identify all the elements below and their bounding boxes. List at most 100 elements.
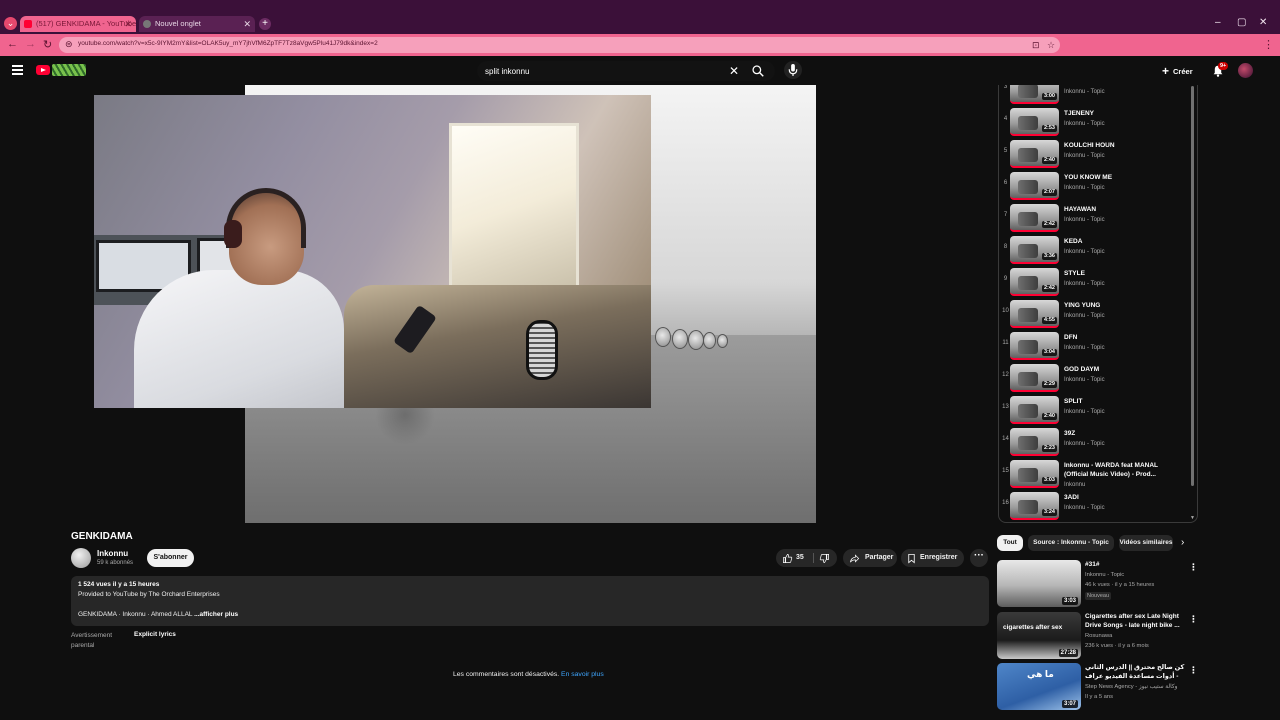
recommendation-title[interactable]: Cigarettes after sex Late Night Drive So…	[1085, 612, 1185, 630]
playlist-item[interactable]: 9 2:42 STYLE Inkonnu - Topic	[999, 266, 1189, 298]
learn-more-link[interactable]: En savoir plus	[561, 671, 604, 678]
channel-avatar[interactable]	[71, 548, 91, 568]
playlist-item[interactable]: 8 3:36 KEDA Inkonnu - Topic	[999, 234, 1189, 266]
playlist-thumbnail[interactable]: 2:29	[1010, 364, 1059, 392]
clear-search-icon[interactable]: ✕	[729, 64, 739, 78]
playlist-thumbnail[interactable]: 3:00	[1010, 85, 1059, 104]
playlist-item[interactable]: 12 2:29 GOD DAYM Inkonnu - Topic	[999, 362, 1189, 394]
bookmark-star-icon[interactable]: ☆	[1047, 40, 1055, 51]
playlist-item[interactable]: 13 2:40 SPLIT Inkonnu - Topic	[999, 394, 1189, 426]
playlist-thumbnail[interactable]: 3:24	[1010, 492, 1059, 520]
playlist-thumbnail[interactable]: 4:55	[1010, 300, 1059, 328]
playlist-item[interactable]: 5 2:40 KOULCHI HOUN Inkonnu - Topic	[999, 138, 1189, 170]
playlist-item-title[interactable]: KEDA	[1064, 237, 1182, 246]
playlist-item-title[interactable]: 39Z	[1064, 429, 1182, 438]
more-actions-icon[interactable]: ···	[970, 549, 988, 567]
create-button[interactable]: + Créer	[1162, 64, 1193, 78]
chevron-right-icon[interactable]: ›	[1181, 537, 1184, 548]
playlist-thumbnail[interactable]: 2:40	[1010, 396, 1059, 424]
playlist-thumbnail[interactable]: 2:53	[1010, 108, 1059, 136]
playlist-thumbnail[interactable]: 3:36	[1010, 236, 1059, 264]
install-app-icon[interactable]: ⊡	[1032, 40, 1040, 51]
playlist-item-title[interactable]: YOU KNOW ME	[1064, 173, 1182, 182]
playlist-item-title[interactable]: DFN	[1064, 333, 1182, 342]
playlist-item[interactable]: 14 2:23 39Z Inkonnu - Topic	[999, 426, 1189, 458]
minimize-window-icon[interactable]: –	[1215, 17, 1221, 28]
tab-search-icon[interactable]: ⌄	[4, 17, 17, 30]
like-count[interactable]: 35	[796, 549, 804, 567]
url-text[interactable]: youtube.com/watch?v=x5c-9IYM2mY&list=OLA…	[78, 40, 378, 47]
reload-icon[interactable]: ↻	[43, 38, 52, 51]
playlist-item[interactable]: 16 3:24 3ADI Inkonnu - Topic	[999, 490, 1189, 522]
playlist-item-title[interactable]: TJENENY	[1064, 109, 1182, 118]
search-icon[interactable]	[751, 64, 765, 78]
playlist-item-title[interactable]: YING YUNG	[1064, 301, 1182, 310]
playlist-thumbnail[interactable]: 2:23	[1010, 428, 1059, 456]
youtube-logo-icon[interactable]	[36, 65, 50, 75]
playlist-scrollbar[interactable]	[1191, 86, 1194, 486]
playlist-item[interactable]: 15 3:03 Inkonnu - WARDA feat MANAL (Offici…	[999, 458, 1189, 490]
show-more-link[interactable]: ...afficher plus	[194, 611, 238, 618]
playlist-item-title[interactable]: STYLE	[1064, 269, 1182, 278]
forward-arrow-icon[interactable]: →	[25, 38, 36, 50]
hamburger-menu-icon[interactable]	[12, 65, 23, 77]
playlist-item[interactable]: 11 3:04 DFN Inkonnu - Topic	[999, 330, 1189, 362]
account-avatar[interactable]	[1238, 63, 1253, 78]
playlist-thumbnail[interactable]: 2:40	[1010, 140, 1059, 168]
maximize-window-icon[interactable]: ▢	[1237, 17, 1246, 28]
more-options-icon[interactable]: ⋮	[1189, 562, 1198, 573]
recommendation-channel[interactable]: Step News Agency - وكالة ستيب نيوز	[1085, 684, 1177, 690]
browser-tab-new[interactable]: Nouvel onglet ✕	[139, 16, 255, 32]
recommendation-item[interactable]: ما هي 3:07 كن صالح محترق || الدرس الثاني…	[997, 663, 1199, 711]
more-options-icon[interactable]: ⋮	[1189, 614, 1198, 625]
close-window-icon[interactable]: ✕	[1259, 17, 1267, 28]
site-info-icon[interactable]: ⊜	[65, 39, 73, 50]
close-tab-icon[interactable]: ✕	[243, 16, 251, 32]
chip-source[interactable]: Source : Inkonnu - Topic	[1028, 535, 1114, 551]
playlist-item-title[interactable]: HAYAWAN	[1064, 205, 1182, 214]
voice-search-button[interactable]	[784, 61, 802, 79]
playlist-item[interactable]: 10 4:55 YING YUNG Inkonnu - Topic	[999, 298, 1189, 330]
playlist-item-title[interactable]: SPLIT	[1064, 397, 1182, 406]
playlist-item-title[interactable]: KOULCHI HOUN	[1064, 141, 1182, 150]
chip-all[interactable]: Tout	[997, 535, 1023, 551]
subscribe-button[interactable]: S'abonner	[147, 549, 194, 567]
browser-menu-icon[interactable]: ⋮	[1263, 38, 1274, 51]
recommendation-item[interactable]: cigarettes after sex 27:28 Cigarettes af…	[997, 612, 1199, 660]
channel-name[interactable]: Inkonnu	[97, 549, 128, 558]
playlist-item[interactable]: 6 2:07 YOU KNOW ME Inkonnu - Topic	[999, 170, 1189, 202]
playlist-item-title[interactable]: GOD DAYM	[1064, 365, 1182, 374]
recommendation-channel[interactable]: Rosunawa	[1085, 633, 1112, 639]
recommendation-channel[interactable]: Inkonnu - Topic	[1085, 572, 1124, 578]
playlist-thumbnail[interactable]: 2:07	[1010, 172, 1059, 200]
playlist-thumbnail[interactable]: 3:03	[1010, 460, 1059, 488]
recommendation-item[interactable]: 3:03 #31# Inkonnu - Topic 46 k vues · il…	[997, 560, 1199, 608]
recommendation-title[interactable]: كن صالح محترق || الدرس الثاني - أدوات مس…	[1085, 663, 1185, 681]
doodle-logo[interactable]	[52, 64, 86, 76]
browser-tab-youtube[interactable]: (517) GENKIDAMA - YouTube ✕	[20, 16, 136, 32]
scroll-down-arrow-icon[interactable]: ▼	[1190, 515, 1195, 521]
video-thumbnail[interactable]: cigarettes after sex 27:28	[997, 612, 1081, 659]
recommendation-title[interactable]: #31#	[1085, 560, 1185, 569]
close-tab-icon[interactable]: ✕	[124, 16, 132, 32]
new-tab-plus-icon[interactable]: +	[259, 18, 271, 30]
video-thumbnail[interactable]: 3:03	[997, 560, 1081, 607]
playlist-item[interactable]: 7 2:42 HAYAWAN Inkonnu - Topic	[999, 202, 1189, 234]
thumbs-up-icon[interactable]	[782, 553, 793, 564]
playlist-item-title[interactable]: Inkonnu - WARDA feat MANAL (Official Mus…	[1064, 461, 1182, 479]
share-button[interactable]: Partager	[843, 549, 897, 567]
save-button[interactable]: Enregistrer	[901, 549, 964, 567]
playlist-item-title[interactable]: 3ADI	[1064, 493, 1182, 502]
thumbs-down-icon[interactable]	[819, 553, 830, 564]
playlist-thumbnail[interactable]: 2:42	[1010, 204, 1059, 232]
playlist-item[interactable]: 4 2:53 TJENENY Inkonnu - Topic	[999, 106, 1189, 138]
playlist-item[interactable]: 3 3:00 Inkonnu - Topic	[999, 85, 1189, 106]
back-arrow-icon[interactable]: ←	[7, 38, 18, 50]
more-options-icon[interactable]: ⋮	[1189, 665, 1198, 676]
playlist-thumbnail[interactable]: 2:42	[1010, 268, 1059, 296]
video-thumbnail[interactable]: ما هي 3:07	[997, 663, 1081, 710]
chip-similar[interactable]: Vidéos similaires	[1119, 535, 1173, 551]
description-box[interactable]: 1 524 vues il y a 15 heures Provided to …	[71, 576, 989, 626]
playlist-thumbnail[interactable]: 3:04	[1010, 332, 1059, 360]
search-input[interactable]	[485, 61, 725, 81]
